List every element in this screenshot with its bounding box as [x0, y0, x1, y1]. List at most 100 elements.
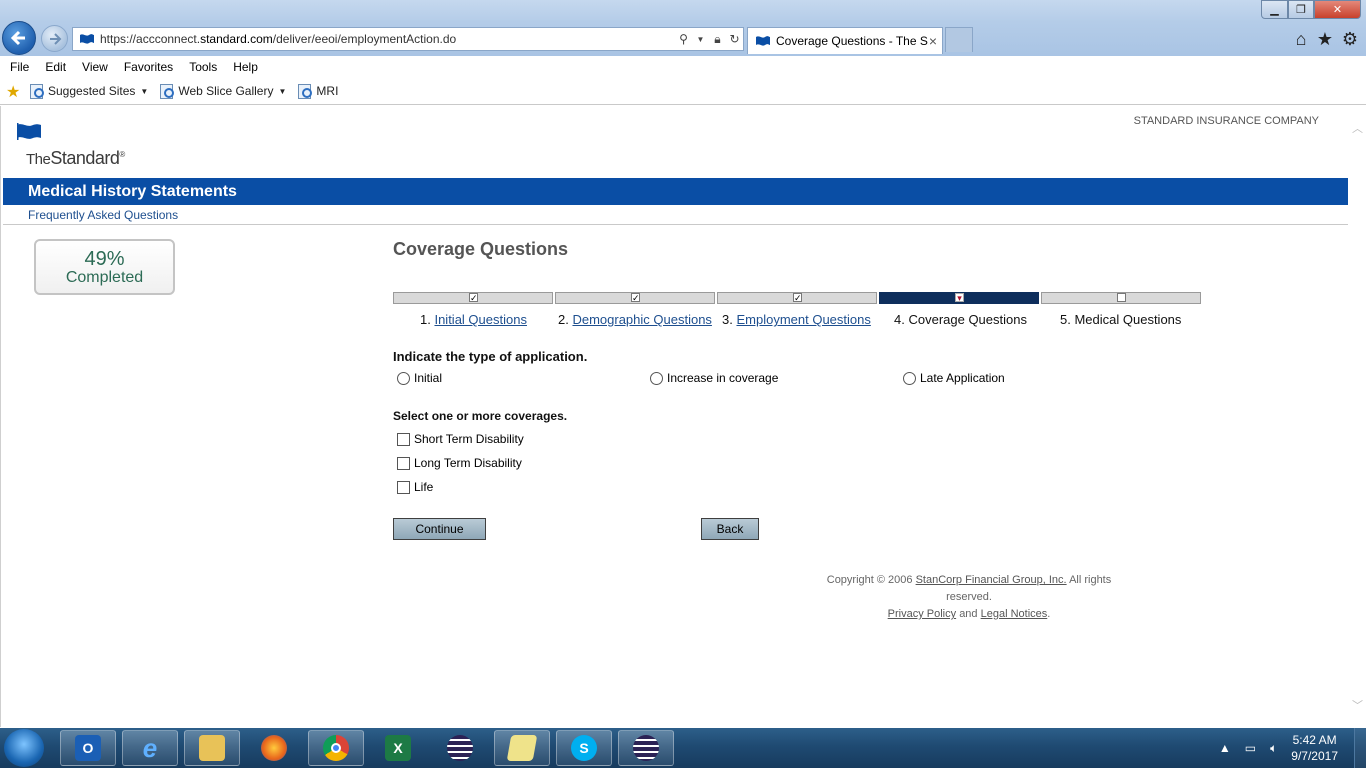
search-icon[interactable]: ⚲	[675, 31, 692, 48]
back-arrow-icon	[10, 30, 25, 46]
page-viewport: TheStandard® STANDARD INSURANCE COMPANY …	[0, 106, 1366, 727]
progress-indicator: 49% Completed	[34, 239, 175, 295]
chrome-icon	[323, 735, 349, 761]
forward-arrow-icon	[49, 32, 61, 45]
maximize-button[interactable]: ❐	[1288, 0, 1314, 19]
home-icon[interactable]: ⌂	[1291, 29, 1311, 49]
menu-favorites[interactable]: Favorites	[124, 60, 173, 74]
clock[interactable]: 5:42 AM 9/7/2017	[1291, 732, 1338, 764]
close-tab-icon[interactable]: ×	[929, 33, 937, 49]
taskbar-outlook[interactable]: O	[60, 730, 116, 766]
current-step-icon: ▾	[955, 293, 964, 303]
radio-button[interactable]	[397, 371, 410, 385]
back-button[interactable]	[2, 21, 36, 55]
progress-label: Completed	[65, 269, 144, 286]
show-desktop-button[interactable]	[1354, 728, 1366, 768]
step-bar-initial: ✓	[393, 292, 553, 304]
favorites-star-icon[interactable]: ★	[6, 82, 24, 101]
step-link-demographic-questions[interactable]: Demographic Questions	[572, 312, 711, 327]
taskbar-eclipse[interactable]	[432, 730, 488, 766]
gear-icon[interactable]: ⚙	[1340, 29, 1360, 49]
fav-suggested-sites[interactable]: Suggested Sites ▼	[30, 83, 149, 99]
step-link-initial-questions[interactable]: Initial Questions	[434, 312, 527, 327]
vertical-scrollbar[interactable]: ︿ ﹀	[1348, 106, 1366, 727]
checkbox[interactable]	[397, 456, 410, 470]
forward-button[interactable]	[41, 25, 68, 52]
minimize-button[interactable]: ▁	[1261, 0, 1288, 19]
taskbar-notes[interactable]	[494, 730, 550, 766]
system-tray: ▲ ▭ 🔈︎ 5:42 AM 9/7/2017	[1219, 728, 1366, 768]
network-icon[interactable]: ▭	[1245, 741, 1256, 755]
empty-box-icon	[1117, 293, 1126, 302]
fav-web-slice-gallery[interactable]: Web Slice Gallery ▼	[160, 83, 286, 99]
menu-edit[interactable]: Edit	[45, 60, 66, 74]
privacy-policy-link[interactable]: Privacy Policy	[888, 608, 956, 620]
tab-coverage-questions[interactable]: Coverage Questions - The S... ×	[747, 27, 943, 54]
skype-icon: S	[571, 735, 597, 761]
browser-title-bar: https://accconnect.standard.com/deliver/…	[0, 0, 1366, 56]
radio-button[interactable]	[650, 371, 663, 385]
new-tab-button[interactable]	[945, 27, 973, 52]
start-button[interactable]	[4, 729, 44, 767]
scroll-up-icon[interactable]: ︿	[1352, 120, 1363, 136]
internet-explorer-icon: e	[142, 732, 158, 763]
radio-button[interactable]	[903, 371, 916, 385]
refresh-icon[interactable]: ↻	[726, 31, 743, 48]
eclipse-icon	[447, 735, 473, 761]
application-type-question: Indicate the type of application.	[393, 349, 588, 364]
radio-initial[interactable]: Initial	[397, 371, 442, 385]
dropdown-arrow-icon[interactable]: ▼	[692, 31, 709, 48]
faq-link[interactable]: Frequently Asked Questions	[28, 208, 178, 222]
lock-icon[interactable]: 🔒︎	[709, 31, 726, 48]
file-explorer-icon	[199, 735, 225, 761]
tray-expand-icon[interactable]: ▲	[1219, 741, 1231, 755]
ie-page-icon	[30, 83, 44, 99]
menu-view[interactable]: View	[82, 60, 108, 74]
standard-logo[interactable]: TheStandard®	[26, 148, 125, 169]
excel-icon: X	[385, 735, 411, 761]
chevron-down-icon: ▼	[140, 86, 149, 96]
radio-increase-in-coverage[interactable]: Increase in coverage	[650, 371, 778, 385]
step-label-4: 4. Coverage Questions	[894, 312, 1027, 327]
checkbox-life[interactable]: Life	[397, 480, 433, 494]
step-label-2: 2. Demographic Questions	[558, 312, 712, 327]
tab-title: Coverage Questions - The S...	[776, 34, 929, 48]
taskbar-skype[interactable]: S	[556, 730, 612, 766]
taskbar-file-explorer[interactable]	[184, 730, 240, 766]
step-bar-coverage: ▾	[879, 292, 1039, 304]
menu-file[interactable]: File	[10, 60, 29, 74]
continue-button[interactable]: Continue	[393, 518, 486, 540]
step-label-1: 1. Initial Questions	[420, 312, 527, 327]
check-icon: ✓	[631, 293, 640, 303]
close-window-button[interactable]: ✕	[1314, 0, 1361, 19]
progress-percent: 49%	[84, 248, 125, 270]
taskbar-firefox[interactable]	[246, 730, 302, 766]
taskbar-chrome[interactable]	[308, 730, 364, 766]
fav-mri[interactable]: MRI	[298, 83, 338, 99]
checkbox-long-term-disability[interactable]: Long Term Disability	[397, 456, 522, 470]
standard-flag-logo-icon	[17, 123, 41, 140]
checkbox[interactable]	[397, 432, 410, 446]
step-link-employment-questions[interactable]: Employment Questions	[736, 312, 870, 327]
volume-icon[interactable]: 🔈︎	[1270, 741, 1277, 756]
checkbox[interactable]	[397, 480, 410, 494]
taskbar-eclipse-2[interactable]	[618, 730, 674, 766]
faq-row: Frequently Asked Questions	[3, 205, 1348, 225]
taskbar-internet-explorer[interactable]: e	[122, 730, 178, 766]
legal-notices-link[interactable]: Legal Notices	[981, 608, 1048, 620]
menu-tools[interactable]: Tools	[189, 60, 217, 74]
taskbar-excel[interactable]: X	[370, 730, 426, 766]
site-flag-icon	[756, 36, 770, 46]
star-icon[interactable]: ★	[1315, 29, 1335, 49]
stancorp-link[interactable]: StanCorp Financial Group, Inc.	[916, 574, 1067, 586]
radio-late-application[interactable]: Late Application	[903, 371, 1005, 385]
site-flag-icon	[80, 34, 94, 44]
menu-help[interactable]: Help	[233, 60, 258, 74]
back-button-form[interactable]: Back	[701, 518, 759, 540]
windows-taskbar: O e X S ▲ ▭ 🔈︎ 5:42 AM 9/7/2017	[0, 728, 1366, 768]
scroll-down-icon[interactable]: ﹀	[1352, 697, 1363, 713]
checkbox-short-term-disability[interactable]: Short Term Disability	[397, 432, 524, 446]
step-label-3: 3. Employment Questions	[722, 312, 871, 327]
address-bar[interactable]: https://accconnect.standard.com/deliver/…	[72, 27, 744, 51]
page-title: Coverage Questions	[393, 239, 569, 259]
